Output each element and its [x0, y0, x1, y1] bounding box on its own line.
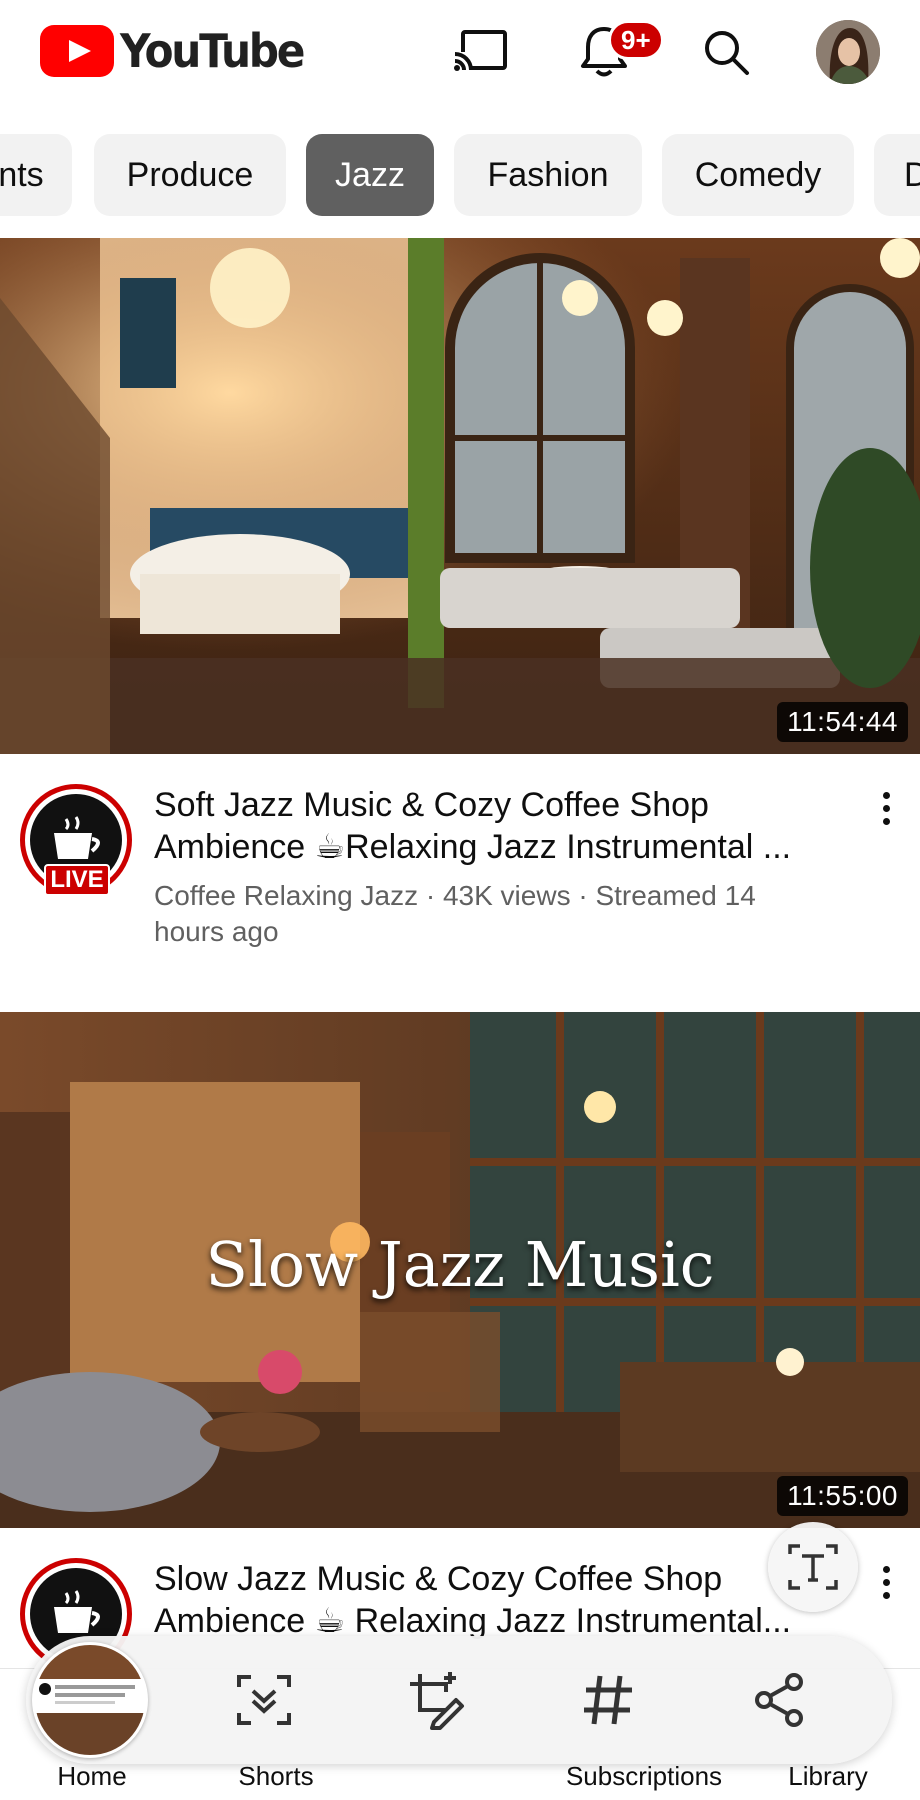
chip-label: Fashion	[487, 155, 609, 194]
scroll-capture-icon[interactable]	[228, 1664, 300, 1736]
screenshot-toolbar	[26, 1636, 892, 1764]
search-icon[interactable]	[696, 22, 756, 82]
account-avatar[interactable]	[816, 20, 880, 84]
nav-item-home[interactable]: Home	[57, 1761, 126, 1792]
video-title[interactable]: Soft Jazz Music & Cozy Coffee Shop Ambie…	[154, 784, 844, 868]
screenshot-preview[interactable]	[32, 1642, 148, 1758]
thumbnail-overlay-text: Slow Jazz Music	[205, 1228, 715, 1301]
top-app-bar: YouTube 9+	[0, 0, 920, 108]
video-meta-line: hours ago	[154, 916, 279, 947]
youtube-play-icon	[40, 25, 114, 77]
video-metadata: Coffee Relaxing Jazz · 43K views · Strea…	[154, 878, 844, 950]
chip-fashion[interactable]: Fashion	[454, 134, 642, 216]
video-title-line: Ambience ☕Relaxing Jazz Instrumental ...	[154, 828, 792, 866]
chip-produce[interactable]: Produce	[94, 134, 286, 216]
cast-icon[interactable]	[450, 22, 510, 82]
category-chips: nts Produce Jazz Fashion Comedy D	[0, 134, 920, 216]
video-duration: 11:54:44	[777, 702, 908, 742]
video-thumbnail[interactable]: Slow Jazz Music 11:55:00	[0, 1012, 920, 1528]
chip-label: nts	[0, 155, 44, 194]
youtube-logo[interactable]: YouTube	[40, 24, 319, 78]
video-title-line: Slow Jazz Music & Cozy Coffee Shop	[154, 1560, 723, 1598]
video-title-line: Soft Jazz Music & Cozy Coffee Shop	[154, 786, 709, 824]
chip-partial-left[interactable]: nts	[0, 134, 72, 216]
chip-label: D	[904, 155, 920, 194]
text-extract-icon[interactable]	[768, 1522, 858, 1612]
chip-label: Jazz	[335, 155, 405, 194]
chip-jazz[interactable]: Jazz	[306, 134, 434, 216]
more-options-icon[interactable]	[868, 778, 904, 838]
chip-label: Comedy	[694, 155, 822, 194]
nav-item-shorts[interactable]: Shorts	[238, 1761, 313, 1792]
hashtag-icon[interactable]	[572, 1664, 644, 1736]
crop-edit-icon[interactable]	[400, 1664, 472, 1736]
chip-comedy[interactable]: Comedy	[662, 134, 854, 216]
video-thumbnail[interactable]: 11:54:44	[0, 238, 920, 754]
more-options-icon[interactable]	[868, 1552, 904, 1612]
share-icon[interactable]	[744, 1664, 816, 1736]
chip-label: Produce	[126, 155, 254, 194]
video-duration: 11:55:00	[777, 1476, 908, 1516]
nav-item-subscriptions[interactable]: Subscriptions	[566, 1761, 722, 1792]
live-badge: LIVE	[44, 864, 110, 896]
video-title[interactable]: Slow Jazz Music & Cozy Coffee Shop Ambie…	[154, 1558, 844, 1642]
notification-badge: 9+	[608, 20, 664, 60]
video-meta-line: Coffee Relaxing Jazz · 43K views · Strea…	[154, 880, 756, 911]
chip-partial-right[interactable]: D	[874, 134, 920, 216]
nav-item-library[interactable]: Library	[788, 1761, 867, 1792]
logo-text: YouTube	[120, 24, 306, 78]
thumbnail-image-coffee-shop	[0, 238, 920, 754]
